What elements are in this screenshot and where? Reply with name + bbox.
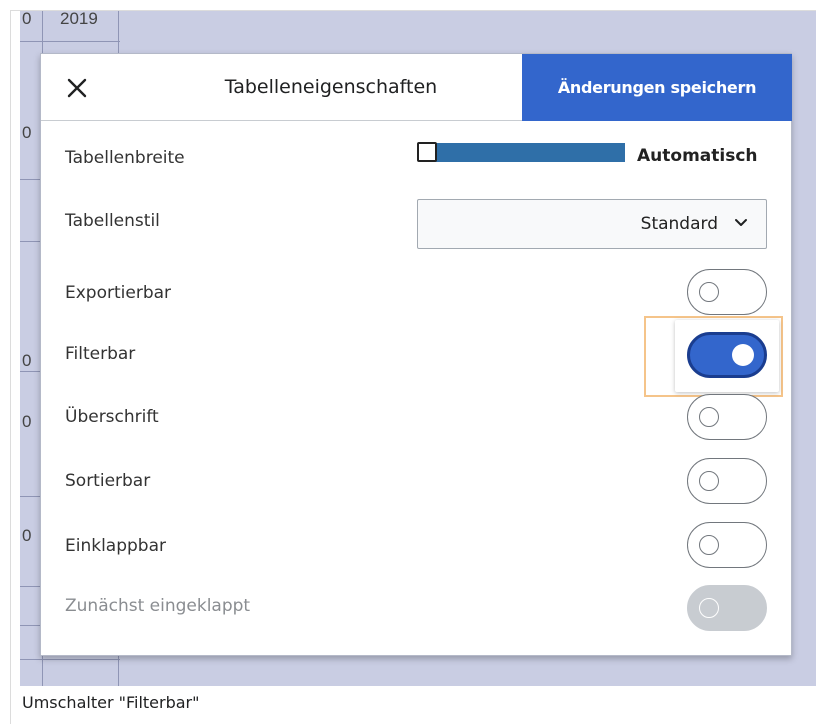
table-gridline [20, 659, 120, 660]
toggle-label-zunaechst-eingeklappt: Zunächst eingeklappt [65, 596, 251, 616]
toggle-knob [699, 282, 719, 302]
toggle-knob [699, 535, 719, 555]
table-gridline [20, 179, 42, 180]
dialog-title: Tabelleneigenschaften [224, 76, 438, 98]
toggle-zunaechst-eingeklappt [687, 585, 767, 631]
table-width-slider[interactable] [417, 142, 625, 162]
toggle-einklappbar[interactable] [687, 522, 767, 568]
chevron-down-icon [735, 219, 747, 226]
table-properties-dialog: Tabelleneigenschaften Änderungen speiche… [40, 53, 792, 656]
table-gridline [20, 41, 120, 42]
table-cell: 0 [22, 123, 32, 142]
table-style-selected: Standard [640, 214, 718, 234]
toggle-knob [699, 407, 719, 427]
close-icon [67, 78, 87, 98]
table-cell: 0 [22, 412, 32, 431]
toggle-knob [732, 344, 754, 366]
table-cell: 0 [22, 9, 32, 28]
dialog-header: Tabelleneigenschaften Änderungen speiche… [41, 54, 792, 121]
figure-caption: Umschalter "Filterbar" [22, 693, 200, 712]
slider-handle[interactable] [417, 142, 437, 162]
toggle-label-einklappbar: Einklappbar [65, 536, 167, 556]
toggle-label-ueberschrift: Überschrift [65, 407, 159, 427]
toggle-filterbar[interactable] [687, 332, 767, 378]
toggle-label-sortierbar: Sortierbar [65, 471, 151, 491]
table-gridline [20, 496, 42, 497]
table-style-label: Tabellenstil [65, 211, 160, 231]
toggle-ueberschrift[interactable] [687, 394, 767, 440]
table-width-value: Automatisch [637, 146, 758, 166]
close-button[interactable] [61, 72, 93, 104]
table-gridline [20, 625, 42, 626]
table-width-label: Tabellenbreite [65, 148, 185, 168]
toggle-knob [699, 471, 719, 491]
toggle-label-exportierbar: Exportierbar [65, 283, 172, 303]
toggle-label-filterbar: Filterbar [65, 344, 136, 364]
save-changes-button[interactable]: Änderungen speichern [522, 54, 792, 121]
slider-track [431, 143, 625, 162]
table-gridline [20, 241, 42, 242]
toggle-sortierbar[interactable] [687, 458, 767, 504]
table-cell: 0 [22, 351, 32, 370]
table-cell: 0 [22, 526, 32, 545]
table-gridline [20, 586, 42, 587]
toggle-exportierbar[interactable] [687, 269, 767, 315]
table-cell: 2019 [60, 9, 98, 28]
table-style-dropdown[interactable]: Standard [417, 199, 767, 249]
toggle-knob [699, 598, 719, 618]
table-gridline [20, 371, 42, 372]
